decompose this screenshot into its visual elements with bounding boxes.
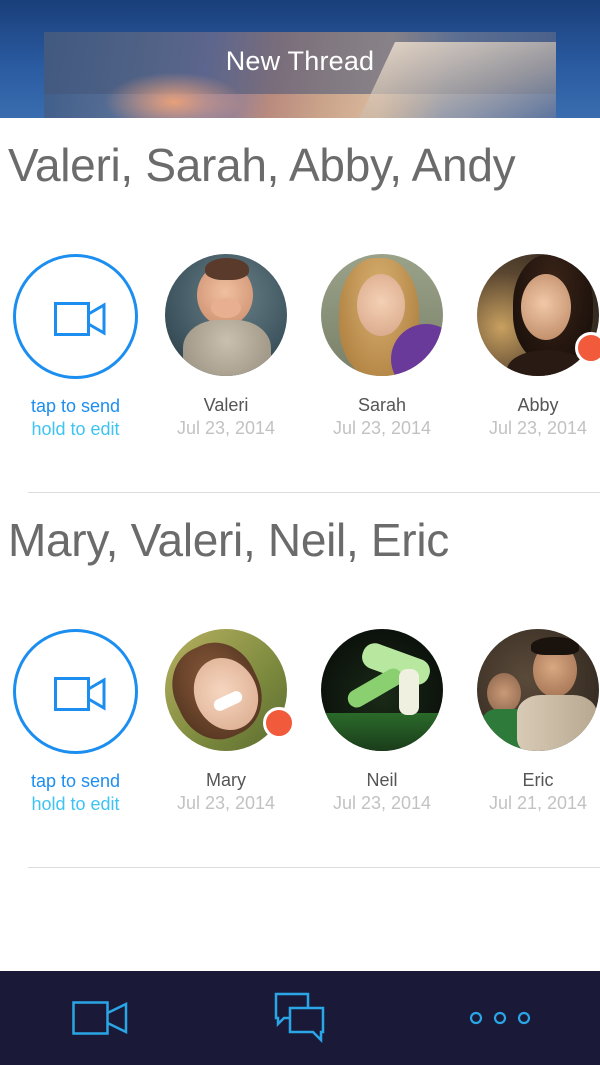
header: New Thread xyxy=(0,0,600,118)
member-name: Valeri xyxy=(203,395,249,415)
member-mary[interactable]: Mary Jul 23, 2014 xyxy=(156,629,296,815)
member-date: Jul 23, 2014 xyxy=(176,793,276,813)
hold-to-edit-label: hold to edit xyxy=(31,794,120,814)
thread-title: Valeri, Sarah, Abby, Andy xyxy=(8,139,516,191)
member-abby[interactable]: Abby Jul 23, 2014 xyxy=(468,254,600,440)
member-name: Sarah xyxy=(357,395,407,415)
new-thread-button[interactable]: New Thread xyxy=(0,46,600,77)
tap-to-send-label: tap to send xyxy=(30,771,121,791)
member-date: Jul 23, 2014 xyxy=(332,793,432,813)
avatar[interactable] xyxy=(477,254,600,376)
avatar[interactable] xyxy=(321,254,443,376)
record-video-button[interactable] xyxy=(13,629,138,754)
member-valeri[interactable]: Valeri Jul 23, 2014 xyxy=(156,254,296,440)
video-camera-icon xyxy=(72,1001,128,1035)
member-name: Neil xyxy=(366,770,398,790)
more-dots-icon xyxy=(469,1011,531,1025)
member-name: Eric xyxy=(522,770,554,790)
member-eric[interactable]: Eric Jul 21, 2014 xyxy=(468,629,600,815)
video-camera-icon xyxy=(54,677,106,711)
member-neil[interactable]: Neil Jul 23, 2014 xyxy=(312,629,452,815)
chat-bubbles-icon xyxy=(274,992,325,1044)
divider xyxy=(28,492,600,493)
avatar[interactable] xyxy=(165,629,295,751)
video-camera-icon xyxy=(54,302,106,336)
hold-to-edit-label: hold to edit xyxy=(31,419,120,439)
tap-to-send-button[interactable]: tap to send hold to edit xyxy=(13,629,138,816)
divider xyxy=(28,867,600,868)
member-name: Mary xyxy=(206,770,246,790)
unread-indicator xyxy=(575,332,600,364)
tap-to-send-label: tap to send xyxy=(30,396,121,416)
tap-to-send-button[interactable]: tap to send hold to edit xyxy=(13,254,138,441)
tab-bar xyxy=(0,971,600,1065)
avatar[interactable] xyxy=(165,254,287,376)
unread-indicator xyxy=(263,707,295,739)
record-video-button[interactable] xyxy=(13,254,138,379)
member-date: Jul 21, 2014 xyxy=(488,793,588,813)
avatar[interactable] xyxy=(477,629,599,751)
thread-title: Mary, Valeri, Neil, Eric xyxy=(8,514,449,566)
member-sarah[interactable]: Sarah Jul 23, 2014 xyxy=(312,254,452,440)
tab-more[interactable] xyxy=(400,971,600,1065)
tab-threads[interactable] xyxy=(200,971,400,1065)
member-date: Jul 23, 2014 xyxy=(176,418,276,438)
member-date: Jul 23, 2014 xyxy=(332,418,432,438)
member-name: Abby xyxy=(517,395,559,415)
tab-video[interactable] xyxy=(0,971,200,1065)
avatar[interactable] xyxy=(321,629,443,751)
member-date: Jul 23, 2014 xyxy=(488,418,588,438)
